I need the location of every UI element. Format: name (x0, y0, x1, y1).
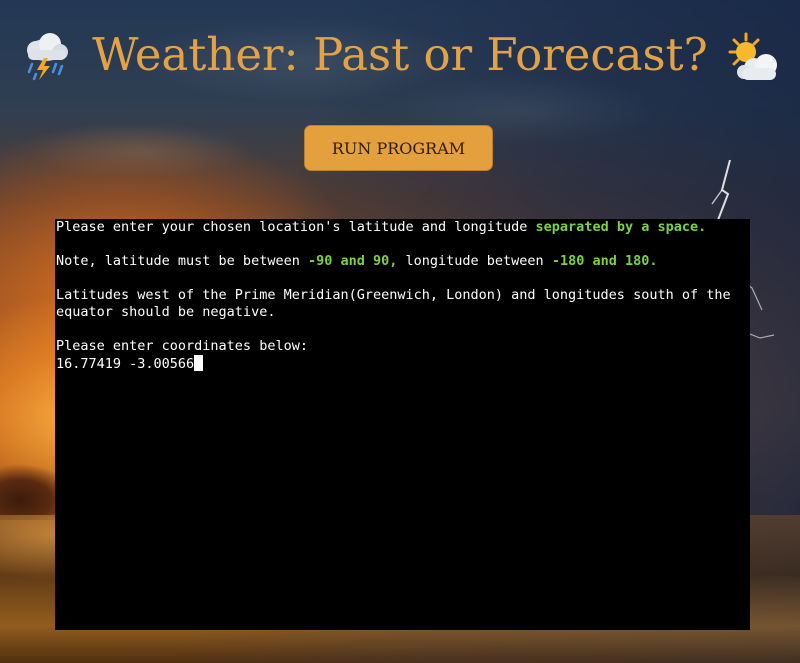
terminal-blank-line (56, 270, 750, 287)
page-title: Weather: Past or Forecast? (92, 28, 708, 81)
terminal-text: Please enter your chosen location's lati… (56, 219, 536, 235)
terminal-line-instruction: Please enter your chosen location's lati… (56, 219, 750, 236)
terminal-text: longitude between (397, 253, 552, 269)
terminal-highlight: separated by a space. (535, 219, 707, 235)
sun-behind-cloud-icon (728, 32, 777, 80)
terminal-highlight-longitude: -180 and 180. (551, 253, 658, 269)
terminal-line-sign-note: Latitudes west of the Prime Meridian(Gre… (56, 287, 739, 320)
terminal-blank-line (56, 236, 750, 253)
page-header: Weather: Past or Forecast? (0, 20, 800, 100)
run-program-button[interactable]: RUN PROGRAM (304, 125, 493, 171)
terminal-window[interactable]: Please enter your chosen location's lati… (55, 219, 750, 630)
terminal-input-line[interactable]: 16.77419 -3.00566 (56, 355, 750, 373)
terminal-line-range-note: Note, latitude must be between -90 and 9… (56, 253, 750, 270)
terminal-blank-line (56, 321, 750, 338)
terminal-highlight-latitude: -90 and 90, (307, 253, 398, 269)
terminal-text: Note, latitude must be between (56, 253, 308, 269)
background-land (0, 440, 60, 520)
terminal-line-prompt: Please enter coordinates below: (56, 338, 308, 354)
terminal-cursor (194, 355, 204, 371)
coordinates-input[interactable]: 16.77419 -3.00566 (56, 356, 194, 372)
